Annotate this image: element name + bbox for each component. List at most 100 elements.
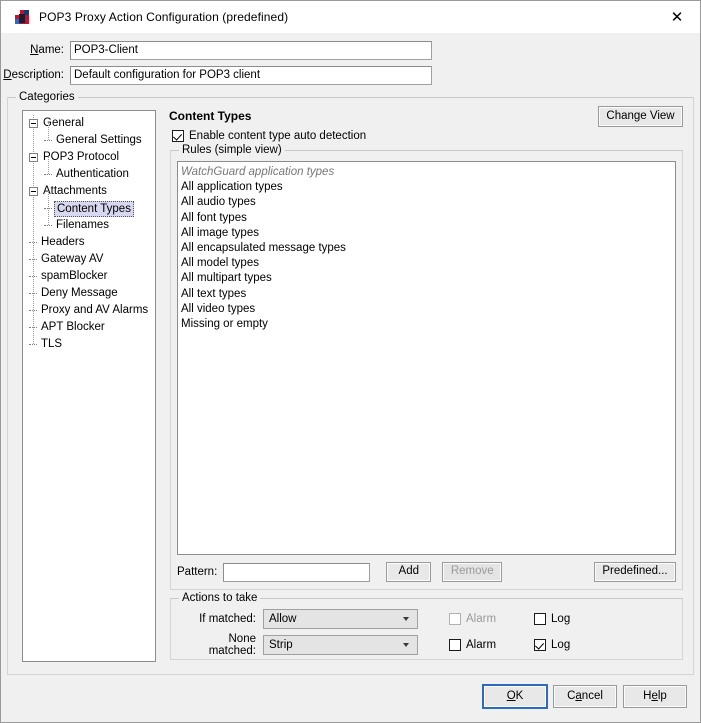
actions-group-label: Actions to take <box>179 592 261 604</box>
auto-detect-row[interactable]: Enable content type auto detection <box>172 130 366 142</box>
rule-item[interactable]: All audio types <box>181 195 675 210</box>
dialog-window: POP3 Proxy Action Configuration (predefi… <box>0 0 701 723</box>
rule-item[interactable]: All font types <box>181 211 675 226</box>
rule-item[interactable]: All model types <box>181 256 675 271</box>
tree-item-label: Headers <box>41 236 85 248</box>
tree-item-content-types[interactable]: Content Types <box>23 200 155 217</box>
tree-item-authentication[interactable]: Authentication <box>23 166 155 183</box>
rules-group-label: Rules (simple view) <box>179 144 285 156</box>
collapse-icon[interactable] <box>29 119 38 128</box>
rule-item[interactable]: All video types <box>181 302 675 317</box>
close-icon[interactable]: ✕ <box>654 2 700 33</box>
none-matched-label: None matched: <box>208 632 256 657</box>
tree-connector <box>48 157 49 174</box>
tree-item-label: General Settings <box>56 134 142 146</box>
description-label: Description: <box>3 69 64 81</box>
remove-button[interactable]: Remove <box>442 562 503 582</box>
tree-item-label: POP3 Protocol <box>43 151 120 163</box>
rule-item[interactable]: All encapsulated message types <box>181 241 675 256</box>
pattern-input[interactable] <box>223 562 371 582</box>
tree-item-attachments[interactable]: Attachments <box>23 183 155 200</box>
rule-item[interactable]: All image types <box>181 226 675 241</box>
tree-item-apt-blocker[interactable]: APT Blocker <box>23 319 155 336</box>
tree-branch-icon <box>29 336 39 353</box>
tree-branch-icon <box>44 132 54 149</box>
tree-item-label: Proxy and AV Alarms <box>41 304 149 316</box>
description-input[interactable]: Default configuration for POP3 client <box>70 65 432 85</box>
add-button[interactable]: Add <box>386 562 432 582</box>
tree-connector <box>48 123 49 140</box>
none-matched-alarm-row[interactable]: Alarm <box>449 638 497 651</box>
rule-item[interactable]: All application types <box>181 180 675 195</box>
if-matched-log-row[interactable]: Log <box>534 612 571 625</box>
dialog-button-bar: OK Cancel Help <box>1 675 700 722</box>
auto-detect-checkbox[interactable] <box>172 130 184 142</box>
watchguard-logo-icon <box>14 9 30 25</box>
ok-button[interactable]: OK <box>483 685 547 708</box>
name-input[interactable]: POP3-Client <box>70 40 432 60</box>
tree-item-label: Filenames <box>56 219 110 231</box>
if-matched-alarm-label: Alarm <box>466 612 497 625</box>
tree-branch-icon <box>29 251 39 268</box>
tree-branch-icon <box>29 285 39 302</box>
tree-branch-icon <box>29 319 39 336</box>
none-matched-select[interactable]: Strip <box>263 634 418 655</box>
tree-connector <box>48 191 49 225</box>
none-matched-log-label: Log <box>551 638 571 651</box>
none-matched-alarm-checkbox[interactable] <box>449 638 461 651</box>
predefined-button[interactable]: Predefined... <box>594 562 676 582</box>
rules-listbox[interactable]: WatchGuard application types All applicat… <box>177 161 676 555</box>
tree-item-deny-message[interactable]: Deny Message <box>23 285 155 302</box>
tree-branch-icon <box>44 200 54 217</box>
change-view-button[interactable]: Change View <box>598 106 683 127</box>
if-matched-log-label: Log <box>551 612 571 625</box>
tree-item-tls[interactable]: TLS <box>23 336 155 353</box>
rule-item[interactable]: Missing or empty <box>181 317 675 332</box>
if-matched-log-checkbox[interactable] <box>534 612 547 625</box>
window-title: POP3 Proxy Action Configuration (predefi… <box>39 10 289 24</box>
collapse-icon[interactable] <box>29 153 38 162</box>
tree-item-label: Gateway AV <box>41 253 104 265</box>
tree-item-label: spamBlocker <box>41 270 108 282</box>
tree-item-pop3-protocol[interactable]: POP3 Protocol <box>23 149 155 166</box>
pattern-row: Pattern: Add Remove Predefined... <box>177 561 676 583</box>
if-matched-alarm-checkbox[interactable] <box>449 612 461 625</box>
name-label: Name: <box>30 44 64 56</box>
tree-item-general-settings[interactable]: General Settings <box>23 132 155 149</box>
tree-item-spamblocker[interactable]: spamBlocker <box>23 268 155 285</box>
cancel-label: Cancel <box>567 689 603 702</box>
tree-item-general[interactable]: General <box>23 115 155 132</box>
tree-branch-icon <box>29 302 39 319</box>
none-matched-alarm-label: Alarm <box>466 638 497 651</box>
tree-item-gateway-av[interactable]: Gateway AV <box>23 251 155 268</box>
none-matched-row: None matched: Strip Alarm Log <box>179 632 674 657</box>
if-matched-label: If matched: <box>199 612 256 625</box>
chevron-down-icon <box>403 642 410 647</box>
ok-label: OK <box>506 689 524 702</box>
tree-item-label: TLS <box>41 338 63 350</box>
description-row: Description: Default configuration for P… <box>1 64 700 86</box>
auto-detect-label: Enable content type auto detection <box>189 130 367 142</box>
help-label: Help <box>643 689 667 702</box>
if-matched-select[interactable]: Allow <box>263 608 418 629</box>
name-row: Name: POP3-Client <box>1 39 700 61</box>
tree-branch-icon <box>44 166 54 183</box>
categories-group-label: Categories <box>16 91 78 103</box>
tree-item-filenames[interactable]: Filenames <box>23 217 155 234</box>
none-matched-log-row[interactable]: Log <box>534 638 571 651</box>
cancel-button[interactable]: Cancel <box>553 685 617 708</box>
collapse-icon[interactable] <box>29 187 38 196</box>
tree-item-label: Attachments <box>43 185 107 197</box>
if-matched-alarm-row[interactable]: Alarm <box>449 612 497 625</box>
none-matched-value: Strip <box>269 638 293 651</box>
tree-item-proxy-and-av-alarms[interactable]: Proxy and AV Alarms <box>23 302 155 319</box>
rule-item[interactable]: All text types <box>181 287 675 302</box>
help-button[interactable]: Help <box>623 685 687 708</box>
tree-item-headers[interactable]: Headers <box>23 234 155 251</box>
chevron-down-icon <box>403 616 410 621</box>
category-tree[interactable]: General General Settings POP3 Protocol Auth… <box>22 110 156 662</box>
rule-item[interactable]: WatchGuard application types <box>181 165 675 180</box>
rule-item[interactable]: All multipart types <box>181 271 675 286</box>
tree-branch-icon <box>29 268 39 285</box>
none-matched-log-checkbox[interactable] <box>534 638 547 651</box>
